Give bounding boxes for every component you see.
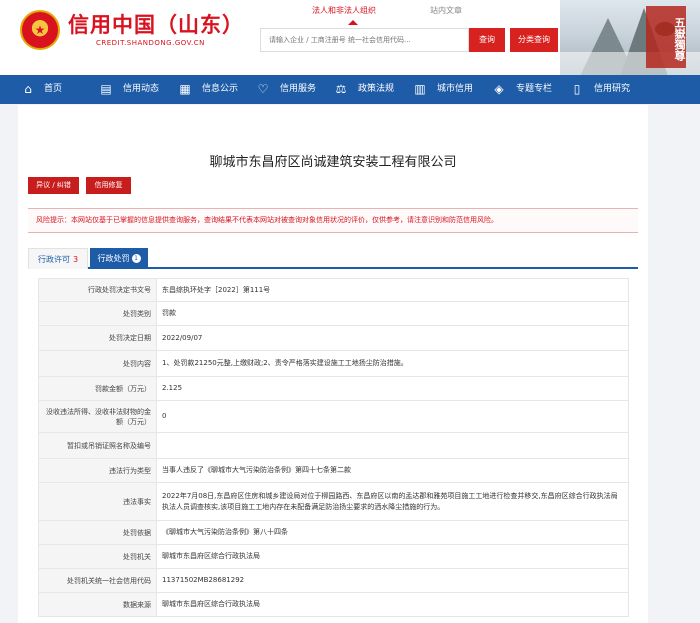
row-value: 聊城市东昌府区综合行政执法局 <box>156 592 629 617</box>
site-title[interactable]: 信用中国（山东） <box>68 9 244 39</box>
table-row: 处罚决定日期 2022/09/07 <box>38 325 629 351</box>
layers-icon: ◈ <box>494 82 504 96</box>
row-value: 聊城市东昌府区综合行政执法局 <box>156 544 629 569</box>
row-key: 违法行为类型 <box>38 458 157 483</box>
row-value: 2022年7月08日,东昌府区住房和城乡建设局对位于柳园路西、东昌府区以南的孟达… <box>156 482 629 521</box>
risk-warning-text: 本网站仅基于已掌握的信息提供查询服务，查询结果不代表本网站对被查询对象信用状况的… <box>71 216 498 224</box>
row-value: 1、处罚款21250元整,上缴财政;2、责令严格落实建设施工工地扬尘防治措施。 <box>156 350 629 377</box>
risk-warning: 风险提示：本网站仅基于已掌握的信息提供查询服务，查询结果不代表本网站对被查询对象… <box>28 208 638 233</box>
news-icon: ▤ <box>100 82 112 96</box>
row-key: 处罚类别 <box>38 301 157 326</box>
row-value: 《聊城市大气污染防治条例》第八十四条 <box>156 520 629 545</box>
national-emblem-icon: ★ <box>20 10 60 50</box>
search-tab-organizations[interactable]: 法人和非法人组织 <box>312 5 376 16</box>
table-row: 罚款金额（万元） 2.125 <box>38 376 629 401</box>
nav-item-policy[interactable]: 政策法规 <box>358 75 394 104</box>
tab-count: 3 <box>72 255 79 264</box>
tab-admin-license[interactable]: 行政许可 3 <box>28 248 88 269</box>
table-row: 行政处罚决定书文号 东昌综执环处字［2022］第111号 <box>38 278 629 302</box>
main-nav: ⌂ 首页 ▤ 信用动态 ▦ 信息公示 ♡ 信用服务 ⚖ 政策法规 ▥ 城市信用 … <box>0 75 700 104</box>
search-tab-articles[interactable]: 站内文章 <box>430 5 462 16</box>
site-header: ★ 信用中国（山东） CREDIT.SHANDONG.GOV.CN 法人和非法人… <box>0 0 700 75</box>
nav-item-credit-news[interactable]: 信用动态 <box>123 75 159 104</box>
record-tabs: 行政许可 3 行政处罚 1 <box>28 248 638 269</box>
row-key: 罚款金额（万元） <box>38 376 157 401</box>
row-key: 处罚内容 <box>38 350 157 377</box>
table-row: 处罚类别 罚款 <box>38 301 629 326</box>
city-icon: ▥ <box>414 82 426 96</box>
row-value: 11371502MB28681292 <box>156 568 629 593</box>
row-value: 2022/09/07 <box>156 325 629 351</box>
nav-item-credit-service[interactable]: 信用服务 <box>280 75 316 104</box>
nav-item-credit-research[interactable]: 信用研究 <box>594 75 630 104</box>
risk-warning-label: 风险提示： <box>36 216 71 224</box>
tab-admin-penalty[interactable]: 行政处罚 1 <box>90 248 148 269</box>
row-key: 处罚机关 <box>38 544 157 569</box>
row-value: 2.125 <box>156 376 629 401</box>
row-value: 罚款 <box>156 301 629 326</box>
nav-item-topics[interactable]: 专题专栏 <box>516 75 552 104</box>
tab-caret-icon <box>348 20 358 25</box>
row-value: 东昌综执环处字［2022］第111号 <box>156 278 629 302</box>
row-key: 处罚决定日期 <box>38 325 157 351</box>
publicity-icon: ▦ <box>179 82 191 96</box>
policy-icon: ⚖ <box>335 82 347 96</box>
row-value: 0 <box>156 400 629 433</box>
query-button[interactable]: 查询 <box>469 28 505 52</box>
nav-item-city-credit[interactable]: 城市信用 <box>437 75 473 104</box>
row-key: 行政处罚决定书文号 <box>38 278 157 302</box>
nav-item-home[interactable]: 首页 <box>44 75 62 104</box>
company-name: 聊城市东昌府区尚诚建筑安装工程有限公司 <box>209 155 457 170</box>
nav-item-publicity[interactable]: 信息公示 <box>202 75 238 104</box>
table-row: 违法事实 2022年7月08日,东昌府区住房和城乡建设局对位于柳园路西、东昌府区以… <box>38 482 629 521</box>
table-row: 数据来源 聊城市东昌府区综合行政执法局 <box>38 592 629 617</box>
search-input[interactable] <box>260 28 469 52</box>
seal-inscription: 五嶽獨尊 <box>646 6 686 68</box>
site-domain: CREDIT.SHANDONG.GOV.CN <box>96 39 205 47</box>
table-row: 违法行为类型 当事人违反了《聊城市大气污染防治条例》第四十七条第二款 <box>38 458 629 483</box>
heart-icon: ♡ <box>257 82 269 96</box>
table-row: 处罚内容 1、处罚款21250元整,上缴财政;2、责令严格落实建设施工工地扬尘防治… <box>38 350 629 377</box>
home-icon: ⌂ <box>24 82 32 96</box>
penalty-detail-table: 行政处罚决定书文号 东昌综执环处字［2022］第111号 处罚类别 罚款 处罚决定日… <box>38 278 629 617</box>
row-key: 数据来源 <box>38 592 157 617</box>
row-key: 违法事实 <box>38 482 157 521</box>
tab-label: 行政许可 <box>37 255 70 264</box>
row-key: 处罚机关统一社会信用代码 <box>38 568 157 593</box>
table-row: 处罚机关统一社会信用代码 11371502MB28681292 <box>38 568 629 593</box>
row-key: 处罚依据 <box>38 520 157 545</box>
row-key: 暂扣或吊销证照名称及编号 <box>38 432 157 459</box>
table-row: 处罚机关 聊城市东昌府区综合行政执法局 <box>38 544 629 569</box>
tab-count-badge: 1 <box>131 254 141 263</box>
objection-button[interactable]: 异议 / 纠错 <box>28 177 79 194</box>
tab-label: 行政处罚 <box>97 254 130 263</box>
table-row: 没收违法所得、没收非法财物的金额（万元） 0 <box>38 400 629 433</box>
class-query-button[interactable]: 分类查询 <box>510 28 558 52</box>
book-icon: ▯ <box>573 82 581 96</box>
credit-repair-button[interactable]: 信用修复 <box>86 177 131 194</box>
table-row: 处罚依据 《聊城市大气污染防治条例》第八十四条 <box>38 520 629 545</box>
row-key: 没收违法所得、没收非法财物的金额（万元） <box>38 400 157 433</box>
row-value <box>156 432 629 459</box>
row-value: 当事人违反了《聊城市大气污染防治条例》第四十七条第二款 <box>156 458 629 483</box>
table-row: 暂扣或吊销证照名称及编号 <box>38 432 629 459</box>
